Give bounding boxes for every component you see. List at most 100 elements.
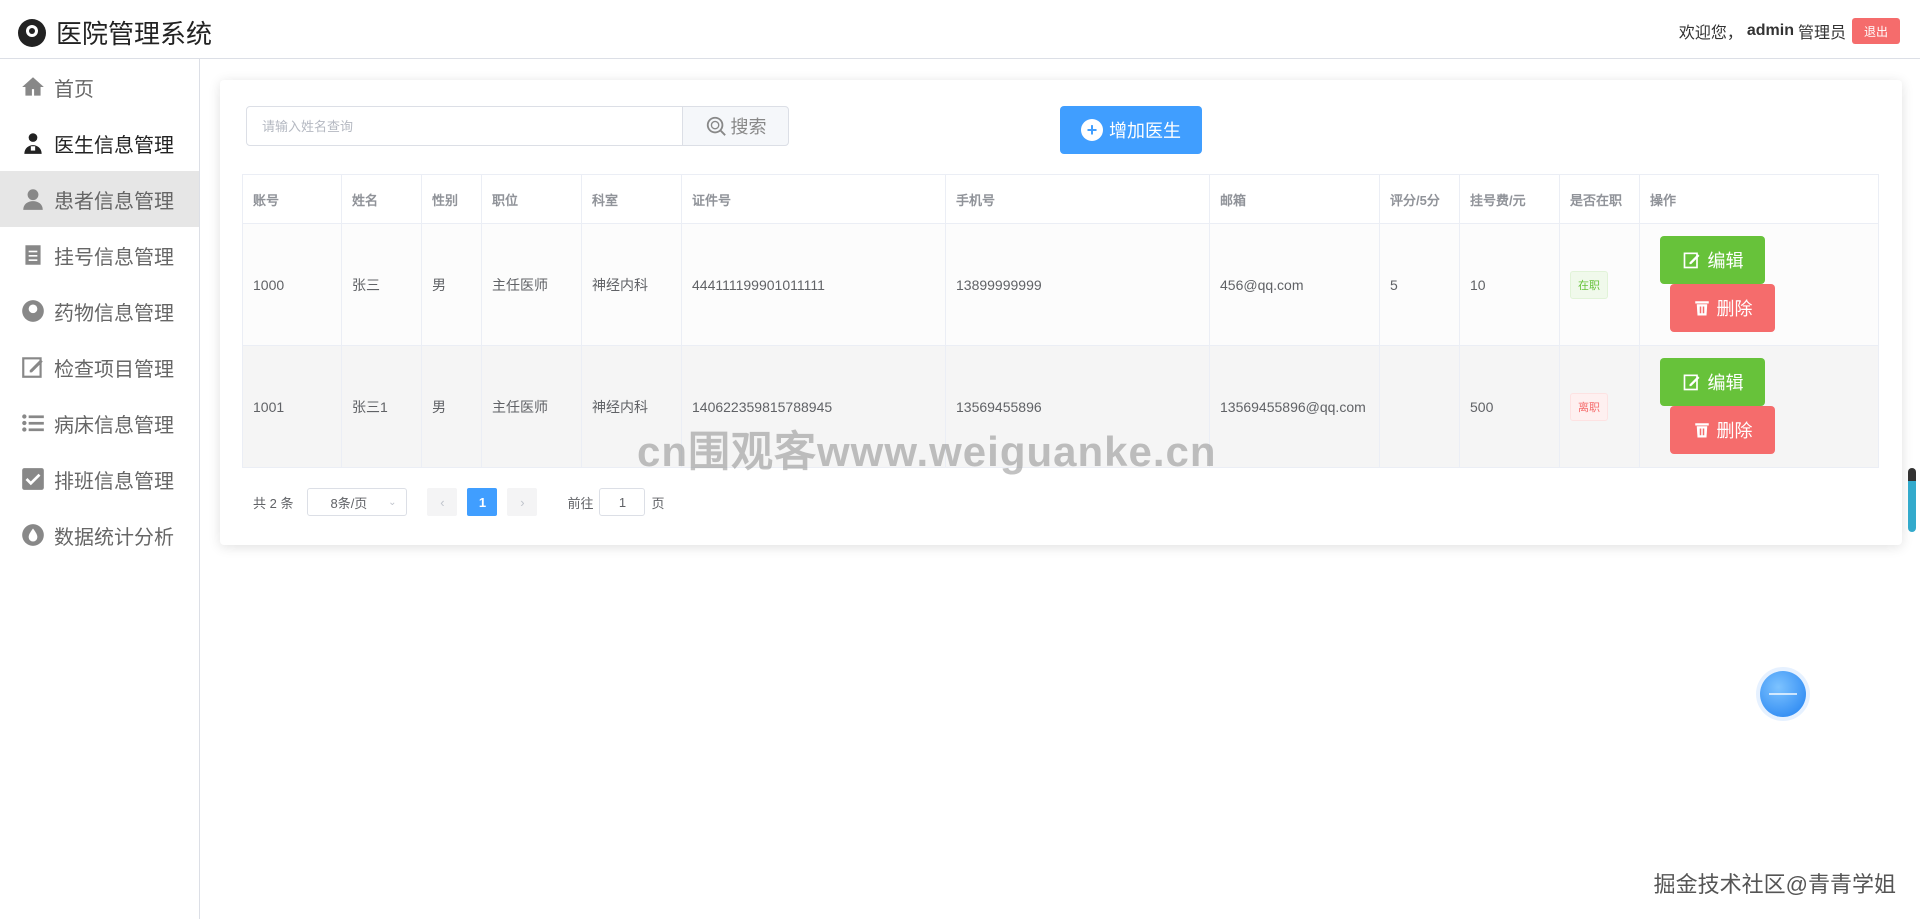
sidebar-item-home[interactable]: 首页	[0, 59, 199, 115]
trash-icon	[1694, 301, 1709, 316]
user-role: 管理员	[1797, 25, 1846, 42]
cell-score	[1379, 345, 1460, 468]
column-header: 账号	[242, 174, 342, 224]
watermark-center: cn围观客www.weiguanke.cn	[637, 428, 1217, 475]
username: admin	[1746, 22, 1794, 39]
cell-email: 13569455896@qq.com	[1209, 345, 1380, 468]
drop-icon	[22, 524, 44, 546]
scroll-indicator[interactable]	[1908, 468, 1916, 532]
hospital-logo-icon	[18, 18, 46, 47]
column-header: 科室	[581, 174, 682, 224]
cell-email: 456@qq.com	[1209, 223, 1380, 346]
delete-button-label: 删除	[1716, 421, 1753, 441]
edit-icon	[1683, 374, 1699, 391]
sidebar-item-label: 患者信息管理	[54, 190, 174, 213]
sidebar-item-label: 病床信息管理	[54, 414, 174, 437]
column-header: 性别	[421, 174, 482, 224]
next-page-button[interactable]: ›	[507, 488, 538, 516]
cell-status: 在职	[1559, 223, 1640, 346]
user-area: 欢迎您， admin 管理员 退出	[1679, 18, 1900, 44]
sidebar-item-label: 首页	[54, 78, 94, 101]
doctor-icon	[24, 133, 42, 154]
search-icon	[706, 116, 726, 136]
delete-button[interactable]: 删除	[1670, 284, 1775, 332]
edit-button-label: 编辑	[1707, 251, 1744, 271]
cell-name: 张三1	[341, 345, 422, 468]
edit-icon	[22, 357, 43, 378]
column-header: 邮箱	[1209, 174, 1380, 224]
sidebar-item-label: 挂号信息管理	[54, 246, 174, 269]
register-doc-icon	[25, 245, 41, 265]
sidebar-item-doctors[interactable]: 医生信息管理	[0, 115, 199, 171]
table-row: 1000 张三 男 主任医师 神经内科 444111199901011111 1…	[242, 223, 1879, 346]
sidebar-item-beds[interactable]: 病床信息管理	[0, 395, 199, 451]
sidebar-item-schedule[interactable]: 排班信息管理	[0, 451, 199, 507]
sidebar-item-examination[interactable]: 检查项目管理	[0, 339, 199, 395]
patient-icon	[23, 189, 43, 210]
cell-fee: 10	[1459, 223, 1560, 346]
plus-circle-icon: +	[1081, 119, 1103, 141]
delete-button-label: 删除	[1716, 299, 1753, 319]
edit-button-label: 编辑	[1707, 373, 1744, 393]
app-title: 医院管理系统	[56, 19, 213, 49]
cell-position: 主任医师	[481, 223, 582, 346]
column-header: 挂号费/元	[1459, 174, 1560, 224]
column-header: 姓名	[341, 174, 422, 224]
page-number-button[interactable]: 1	[467, 488, 498, 516]
medicine-icon	[22, 300, 44, 322]
goto-page-input[interactable]	[599, 488, 646, 516]
trash-icon	[1694, 423, 1709, 438]
status-badge: 在职	[1570, 270, 1608, 299]
add-doctor-button[interactable]: + 增加医生	[1060, 106, 1202, 154]
cell-id-no: 444111199901011111	[681, 223, 946, 346]
sidebar: 首页 医生信息管理 患者信息管理 挂号信息管理 药物信息管理 检查项目管理 病床…	[0, 59, 200, 919]
sidebar-item-label: 医生信息管理	[54, 134, 174, 157]
goto-label: 前往	[567, 495, 594, 511]
cell-account: 1000	[242, 223, 342, 346]
edit-icon	[1683, 252, 1699, 269]
checkbox-icon	[22, 468, 44, 490]
sidebar-item-label: 检查项目管理	[54, 358, 174, 381]
sidebar-item-label: 排班信息管理	[54, 470, 174, 493]
page-size-select[interactable]: 8条/页 ⌄	[307, 488, 408, 516]
total-count: 共 2 条	[253, 495, 294, 511]
goto-page: 前往 页	[567, 488, 665, 516]
floating-assistant-button[interactable]	[1760, 671, 1806, 717]
column-header: 证件号	[681, 174, 946, 224]
delete-button[interactable]: 删除	[1670, 406, 1775, 454]
app-logo: 医院管理系统	[18, 14, 212, 51]
table-header-row: 账号 姓名 性别 职位 科室 证件号 手机号 邮箱 评分/5分 挂号费/元 是否…	[242, 174, 1879, 224]
welcome-text: 欢迎您，	[1678, 25, 1743, 42]
prev-page-button[interactable]: ‹	[427, 488, 458, 516]
sidebar-item-medicine[interactable]: 药物信息管理	[0, 283, 199, 339]
chevron-down-icon: ⌄	[388, 496, 397, 508]
chevron-left-icon: ‹	[440, 494, 445, 510]
cell-fee: 500	[1459, 345, 1560, 468]
name-search-input[interactable]	[246, 106, 683, 146]
search-button[interactable]: 搜索	[682, 106, 789, 146]
column-header: 是否在职	[1559, 174, 1640, 224]
column-header: 手机号	[945, 174, 1210, 224]
page-size-value: 8条/页	[330, 495, 368, 511]
cell-phone: 13899999999	[945, 223, 1210, 346]
status-badge: 离职	[1570, 392, 1608, 421]
column-header: 评分/5分	[1379, 174, 1460, 224]
watermark-corner: 掘金技术社区@青青学姐	[1653, 872, 1896, 897]
cell-name: 张三	[341, 223, 422, 346]
chevron-right-icon: ›	[520, 494, 525, 510]
sidebar-item-label: 药物信息管理	[54, 302, 174, 325]
cell-gender: 男	[421, 345, 482, 468]
cell-actions: 编辑 删除	[1639, 223, 1879, 346]
logout-button[interactable]: 退出	[1851, 18, 1900, 44]
sidebar-item-registration[interactable]: 挂号信息管理	[0, 227, 199, 283]
sidebar-item-statistics[interactable]: 数据统计分析	[0, 507, 199, 563]
sidebar-item-label: 数据统计分析	[54, 526, 174, 549]
page-suffix: 页	[651, 495, 665, 511]
cell-position: 主任医师	[481, 345, 582, 468]
cell-dept: 神经内科	[581, 223, 682, 346]
cell-actions: 编辑 删除	[1639, 345, 1879, 468]
sidebar-item-patients[interactable]: 患者信息管理	[0, 171, 199, 227]
cell-status: 离职	[1559, 345, 1640, 468]
edit-button[interactable]: 编辑	[1660, 236, 1765, 284]
edit-button[interactable]: 编辑	[1660, 358, 1765, 406]
